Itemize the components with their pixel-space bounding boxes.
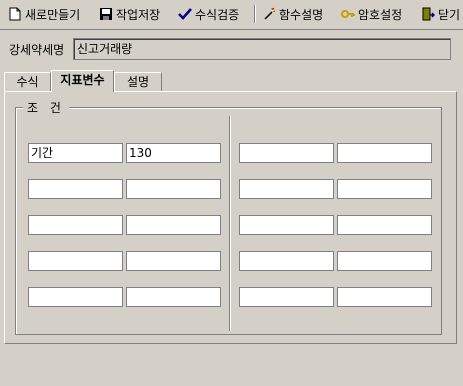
condition-name-field[interactable]: [28, 251, 123, 271]
save-disk-icon: [99, 7, 113, 21]
column-divider: [229, 116, 231, 331]
indicator-name-field[interactable]: 신고거래량: [73, 38, 451, 60]
condition-value-field[interactable]: [337, 143, 432, 163]
condition-value-field[interactable]: [126, 215, 221, 235]
condition-value-field[interactable]: [126, 287, 221, 307]
condition-value-field[interactable]: 130: [126, 143, 221, 163]
tab-formula[interactable]: 수식: [4, 72, 51, 91]
condition-name-field[interactable]: 기간: [28, 143, 123, 163]
condition-name-field[interactable]: [28, 215, 123, 235]
conditions-legend: 조 건: [23, 99, 69, 116]
verify-button-label: 수식검증: [195, 7, 240, 22]
tab-description[interactable]: 설명: [114, 72, 162, 91]
verify-button[interactable]: 수식검증: [178, 3, 239, 25]
close-button[interactable]: 닫기: [421, 3, 460, 25]
bottom-area: [0, 344, 463, 386]
condition-value-field[interactable]: [337, 287, 432, 307]
close-button-label: 닫기: [438, 7, 461, 22]
function-help-button[interactable]: 함수설명: [262, 3, 323, 25]
password-button[interactable]: 암호설정: [341, 3, 402, 25]
condition-name-field[interactable]: [239, 287, 334, 307]
toolbar-separator: [254, 5, 256, 23]
condition-value-field[interactable]: [126, 179, 221, 199]
exit-door-icon: [421, 7, 435, 21]
condition-value-field[interactable]: [126, 251, 221, 271]
toolbar: 새로만들기 작업저장 수식검증 함수설명 암호설정 닫기: [0, 0, 463, 30]
condition-name-field[interactable]: [239, 251, 334, 271]
condition-name-field[interactable]: [28, 179, 123, 199]
condition-name-field[interactable]: [239, 143, 334, 163]
new-document-icon: [8, 7, 22, 21]
save-button[interactable]: 작업저장: [99, 3, 160, 25]
password-button-label: 암호설정: [358, 7, 403, 22]
condition-name-field[interactable]: [239, 215, 334, 235]
key-icon: [341, 7, 355, 21]
condition-value-field[interactable]: [337, 251, 432, 271]
new-button-label: 새로만들기: [25, 7, 81, 22]
function-help-label: 함수설명: [279, 7, 324, 22]
save-button-label: 작업저장: [116, 7, 161, 22]
condition-name-field[interactable]: [239, 179, 334, 199]
new-button[interactable]: 새로만들기: [8, 3, 80, 25]
condition-value-field[interactable]: [337, 179, 432, 199]
indicator-name-label: 강세약세명: [9, 43, 65, 57]
magic-wand-icon: [262, 7, 276, 21]
condition-value-field[interactable]: [337, 215, 432, 235]
checkmark-icon: [178, 7, 192, 21]
condition-name-field[interactable]: [28, 287, 123, 307]
tab-indicator-variables[interactable]: 지표변수: [51, 70, 114, 92]
